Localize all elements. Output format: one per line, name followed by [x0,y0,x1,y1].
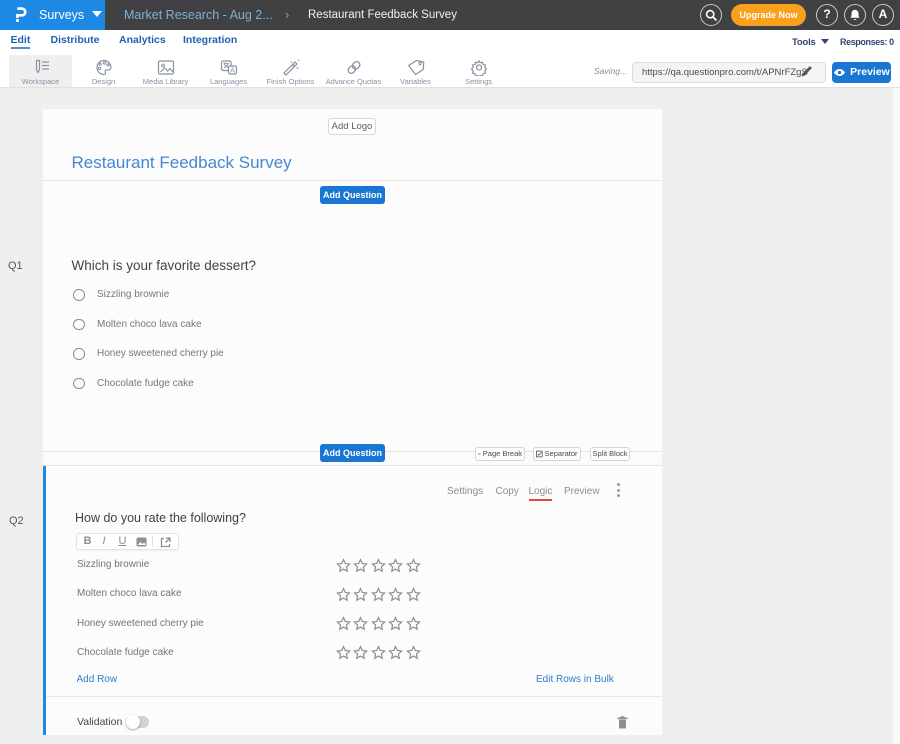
svg-text:A: A [230,68,235,75]
